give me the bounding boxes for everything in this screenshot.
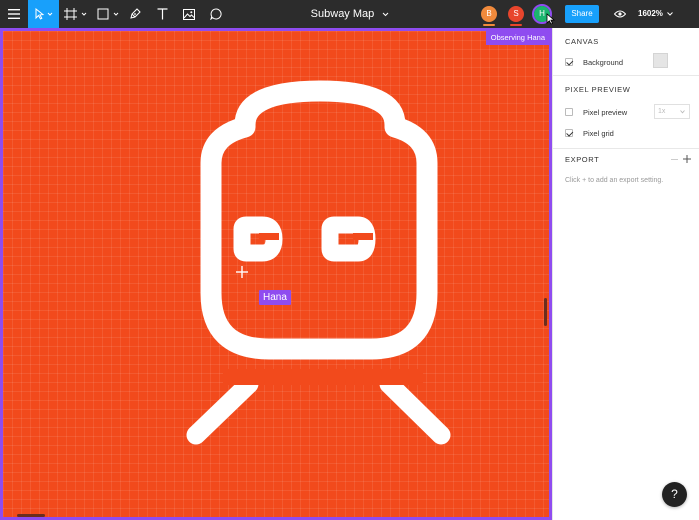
vertical-scrollbar[interactable] (544, 298, 547, 326)
background-color-swatch[interactable] (653, 53, 668, 68)
pixel-preview-scale-select[interactable]: 1x (654, 104, 690, 119)
pixel-preview-section-title: PIXEL PREVIEW (565, 85, 631, 94)
plus-icon[interactable] (683, 155, 691, 163)
zoom-level: 1602% (638, 9, 663, 18)
properties-panel: CANVAS Background PIXEL PREVIEW Pixel pr… (552, 28, 699, 520)
minus-icon[interactable] (671, 157, 678, 162)
canvas-section-title: CANVAS (565, 37, 599, 46)
toolbar: Subway Map B S H Share 1602% (0, 0, 699, 28)
chevron-down-icon (382, 12, 389, 16)
collaborator-cursor-label: Hana (259, 290, 291, 305)
observing-badge: Observing Hana (485, 31, 549, 45)
crosshair-cursor-icon (236, 266, 248, 278)
image-icon (183, 8, 195, 20)
frame-tool-button[interactable] (61, 0, 91, 28)
frame-tool-icon (64, 8, 87, 20)
cursor-icon (546, 13, 555, 25)
export-section-title: EXPORT (565, 155, 600, 164)
chevron-down-icon (667, 12, 674, 16)
pixel-grid-checkbox[interactable] (565, 129, 573, 137)
collaborator-indicator (483, 24, 495, 26)
comment-tool-button[interactable] (206, 0, 226, 28)
background-label: Background (583, 58, 624, 67)
subway-train-icon (186, 80, 451, 445)
divider (553, 75, 699, 76)
main-menu-button[interactable] (0, 0, 28, 28)
chevron-down-icon (680, 110, 685, 114)
file-title[interactable]: Subway Map (290, 0, 410, 28)
collaborator-avatar-s[interactable]: S (508, 6, 524, 22)
divider (553, 148, 699, 149)
shape-tool-button[interactable] (94, 0, 124, 28)
move-tool-icon (35, 8, 52, 20)
comment-icon (210, 8, 222, 20)
design-canvas[interactable]: Observing Hana Hana (0, 28, 552, 520)
help-button[interactable]: ? (662, 482, 687, 507)
zoom-menu[interactable]: 1602% (638, 0, 674, 28)
text-tool-icon (157, 8, 167, 20)
image-tool-button[interactable] (179, 0, 199, 28)
menu-icon (8, 9, 20, 19)
pixel-preview-scale-value: 1x (658, 108, 666, 115)
collaborator-avatar-b[interactable]: B (481, 6, 497, 22)
collaborator-indicator (510, 24, 522, 26)
file-title-text: Subway Map (310, 8, 375, 20)
pixel-preview-label: Pixel preview (583, 108, 628, 117)
pixel-preview-checkbox[interactable] (565, 108, 573, 116)
move-tool-button[interactable] (28, 0, 59, 28)
background-checkbox[interactable] (565, 58, 573, 66)
horizontal-scrollbar[interactable] (17, 514, 45, 517)
text-tool-button[interactable] (152, 0, 172, 28)
pen-tool-icon (130, 8, 141, 19)
pixel-grid-label: Pixel grid (583, 129, 614, 138)
eye-icon[interactable] (614, 10, 626, 18)
pen-tool-button[interactable] (125, 0, 145, 28)
export-hint: Click + to add an export setting. (565, 177, 664, 184)
shape-tool-icon (97, 8, 119, 20)
share-button[interactable]: Share (565, 5, 599, 23)
